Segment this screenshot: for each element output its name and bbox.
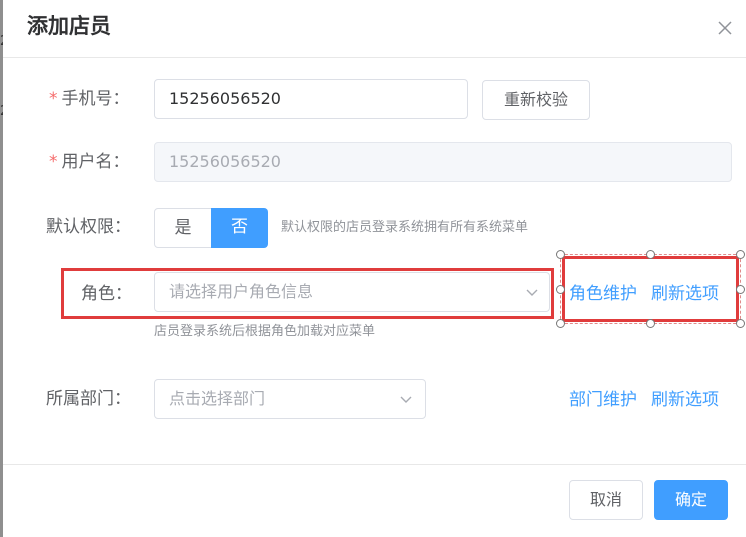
footer-divider — [3, 464, 746, 465]
required-mark: * — [49, 152, 58, 172]
username-input: 15256056520 — [154, 142, 732, 182]
permission-option-no[interactable]: 否 — [211, 208, 268, 248]
department-maintain-link[interactable]: 部门维护 — [569, 388, 637, 412]
permission-option-yes[interactable]: 是 — [154, 208, 212, 248]
role-maintain-link[interactable]: 角色维护 — [569, 282, 637, 306]
dialog-title: 添加店员 — [27, 14, 111, 38]
confirm-button[interactable]: 确定 — [654, 480, 728, 520]
default-permission-hint: 默认权限的店员登录系统拥有所有系统菜单 — [281, 220, 529, 235]
username-label-text: 用户名： — [61, 152, 130, 172]
username-label: * 用户名： — [49, 150, 130, 174]
required-mark: * — [49, 89, 58, 109]
department-select-placeholder: 点击选择部门 — [169, 389, 266, 408]
role-hint: 店员登录系统后根据角色加载对应菜单 — [154, 324, 376, 339]
department-label: 所属部门： — [46, 389, 131, 409]
role-select-placeholder: 请选择用户角色信息 — [169, 282, 314, 301]
role-refresh-link[interactable]: 刷新选项 — [651, 282, 719, 306]
phone-input[interactable]: 15256056520 — [154, 79, 468, 119]
role-select[interactable]: 请选择用户角色信息 — [154, 272, 550, 312]
username-input-value: 15256056520 — [169, 152, 281, 171]
phone-label-text: 手机号： — [61, 89, 130, 109]
dialog-header: 添加店员 — [3, 0, 746, 58]
default-permission-label: 默认权限： — [46, 217, 131, 237]
cancel-button[interactable]: 取消 — [569, 480, 643, 520]
phone-input-value: 15256056520 — [169, 89, 281, 108]
close-icon[interactable] — [715, 18, 735, 38]
add-staff-dialog: 添加店员 * 手机号： 15256056520 重新校验 * 用户名： 152560… — [3, 0, 746, 537]
chevron-down-icon — [526, 289, 538, 296]
department-select[interactable]: 点击选择部门 — [154, 379, 426, 419]
recheck-button[interactable]: 重新校验 — [482, 80, 590, 120]
role-label: 角色： — [81, 284, 132, 304]
phone-label: * 手机号： — [49, 87, 130, 111]
department-refresh-link[interactable]: 刷新选项 — [651, 388, 719, 412]
chevron-down-icon — [400, 396, 412, 403]
